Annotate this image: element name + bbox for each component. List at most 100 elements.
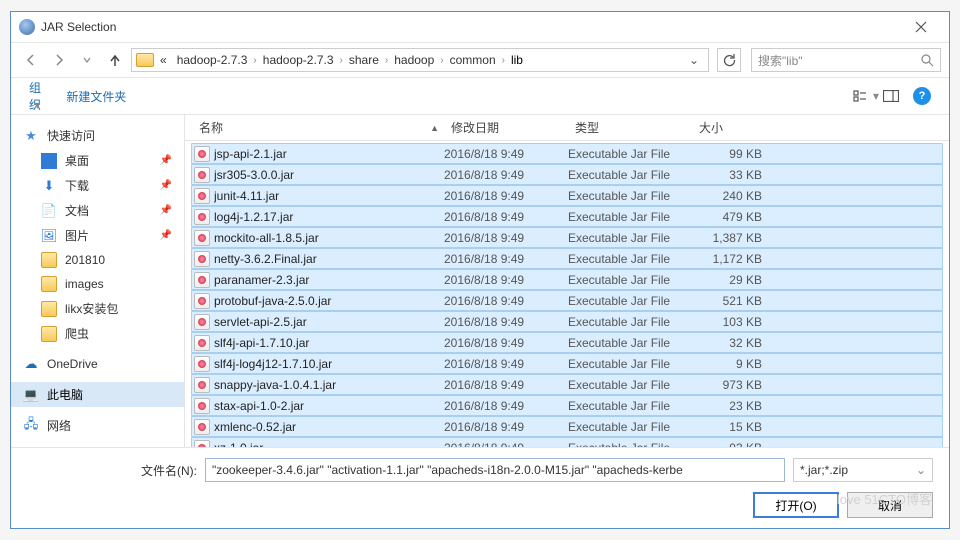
folder-icon bbox=[41, 301, 57, 317]
table-row[interactable]: junit-4.11.jar2016/8/18 9:49Executable J… bbox=[191, 185, 943, 206]
crumb-2[interactable]: share bbox=[345, 51, 383, 69]
file-date: 2016/8/18 9:49 bbox=[444, 210, 568, 224]
table-row[interactable]: servlet-api-2.5.jar2016/8/18 9:49Executa… bbox=[191, 311, 943, 332]
chevron-down-icon[interactable]: ▾ bbox=[873, 89, 879, 103]
table-row[interactable]: stax-api-1.0-2.jar2016/8/18 9:49Executab… bbox=[191, 395, 943, 416]
filetype-select[interactable]: *.jar;*.zip⌄ bbox=[793, 458, 933, 482]
file-type: Executable Jar File bbox=[568, 210, 692, 224]
view-options-icon[interactable] bbox=[853, 88, 869, 104]
open-button[interactable]: 打开(O) bbox=[753, 492, 839, 518]
file-name: netty-3.6.2.Final.jar bbox=[214, 252, 444, 266]
filename-input[interactable] bbox=[205, 458, 785, 482]
folder-icon bbox=[41, 326, 57, 342]
jar-icon bbox=[194, 419, 210, 435]
table-row[interactable]: mockito-all-1.8.5.jar2016/8/18 9:49Execu… bbox=[191, 227, 943, 248]
jar-icon bbox=[194, 398, 210, 414]
pin-icon: 📌 bbox=[160, 180, 172, 191]
sidebar-item-pictures[interactable]: 🖼图片📌 bbox=[11, 223, 184, 248]
crumb-0[interactable]: hadoop-2.7.3 bbox=[173, 51, 252, 69]
table-row[interactable]: protobuf-java-2.5.0.jar2016/8/18 9:49Exe… bbox=[191, 290, 943, 311]
sort-asc-icon: ▲ bbox=[430, 123, 439, 133]
up-button[interactable] bbox=[103, 48, 127, 72]
file-size: 479 KB bbox=[692, 210, 762, 224]
file-name: mockito-all-1.8.5.jar bbox=[214, 231, 444, 245]
table-row[interactable]: slf4j-log4j12-1.7.10.jar2016/8/18 9:49Ex… bbox=[191, 353, 943, 374]
jar-icon bbox=[194, 377, 210, 393]
file-name: paranamer-2.3.jar bbox=[214, 273, 444, 287]
preview-pane-icon[interactable] bbox=[883, 88, 899, 104]
sidebar-item-downloads[interactable]: ⬇下载📌 bbox=[11, 173, 184, 198]
file-type: Executable Jar File bbox=[568, 420, 692, 434]
help-icon[interactable]: ? bbox=[913, 87, 931, 105]
table-row[interactable]: slf4j-api-1.7.10.jar2016/8/18 9:49Execut… bbox=[191, 332, 943, 353]
file-date: 2016/8/18 9:49 bbox=[444, 336, 568, 350]
crumb-5[interactable]: lib bbox=[507, 51, 527, 69]
file-type: Executable Jar File bbox=[568, 231, 692, 245]
col-size[interactable]: 大小 bbox=[693, 119, 763, 136]
file-name: xmlenc-0.52.jar bbox=[214, 420, 444, 434]
sidebar-item-spider[interactable]: 爬虫 bbox=[11, 321, 184, 346]
sidebar-item-documents[interactable]: 📄文档📌 bbox=[11, 198, 184, 223]
file-date: 2016/8/18 9:49 bbox=[444, 378, 568, 392]
back-button[interactable] bbox=[19, 48, 43, 72]
filename-label: 文件名(N): bbox=[27, 462, 197, 479]
file-name: servlet-api-2.5.jar bbox=[214, 315, 444, 329]
chevron-right-icon: › bbox=[253, 55, 256, 66]
table-row[interactable]: snappy-java-1.0.4.1.jar2016/8/18 9:49Exe… bbox=[191, 374, 943, 395]
file-size: 9 KB bbox=[692, 357, 762, 371]
file-name: junit-4.11.jar bbox=[214, 189, 444, 203]
jar-icon bbox=[194, 272, 210, 288]
file-type: Executable Jar File bbox=[568, 399, 692, 413]
nav-bar: « hadoop-2.7.3› hadoop-2.7.3› share› had… bbox=[11, 42, 949, 78]
file-date: 2016/8/18 9:49 bbox=[444, 147, 568, 161]
file-date: 2016/8/18 9:49 bbox=[444, 294, 568, 308]
chevron-right-icon: › bbox=[385, 55, 388, 66]
chevron-down-icon[interactable]: ⌄ bbox=[684, 53, 704, 67]
forward-button[interactable] bbox=[47, 48, 71, 72]
chevron-right-icon: › bbox=[340, 55, 343, 66]
file-name: slf4j-api-1.7.10.jar bbox=[214, 336, 444, 350]
folder-icon bbox=[41, 276, 57, 292]
table-row[interactable]: log4j-1.2.17.jar2016/8/18 9:49Executable… bbox=[191, 206, 943, 227]
breadcrumb[interactable]: « hadoop-2.7.3› hadoop-2.7.3› share› had… bbox=[131, 48, 709, 72]
refresh-button[interactable] bbox=[717, 48, 741, 72]
file-list[interactable]: jsp-api-2.1.jar2016/8/18 9:49Executable … bbox=[185, 141, 949, 447]
sidebar-item-onedrive[interactable]: ☁OneDrive bbox=[11, 352, 184, 376]
crumb-3[interactable]: hadoop bbox=[390, 51, 438, 69]
table-row[interactable]: jsp-api-2.1.jar2016/8/18 9:49Executable … bbox=[191, 143, 943, 164]
sidebar-item-images[interactable]: images bbox=[11, 272, 184, 296]
crumb-1[interactable]: hadoop-2.7.3 bbox=[259, 51, 338, 69]
col-name[interactable]: 名称▲ bbox=[193, 119, 445, 136]
table-row[interactable]: xmlenc-0.52.jar2016/8/18 9:49Executable … bbox=[191, 416, 943, 437]
folder-icon bbox=[41, 252, 57, 268]
sidebar: ★快速访问 桌面📌 ⬇下载📌 📄文档📌 🖼图片📌 201810 images l… bbox=[11, 115, 185, 447]
footer: 文件名(N): *.jar;*.zip⌄ 打开(O) 取消 bbox=[11, 447, 949, 528]
close-button[interactable] bbox=[901, 15, 941, 39]
file-name: snappy-java-1.0.4.1.jar bbox=[214, 378, 444, 392]
crumb-4[interactable]: common bbox=[446, 51, 500, 69]
col-type[interactable]: 类型 bbox=[569, 119, 693, 136]
jar-icon bbox=[194, 251, 210, 267]
recent-button[interactable] bbox=[75, 48, 99, 72]
sidebar-item-likx[interactable]: likx安装包 bbox=[11, 296, 184, 321]
col-date[interactable]: 修改日期 bbox=[445, 119, 569, 136]
cancel-button[interactable]: 取消 bbox=[847, 492, 933, 518]
sidebar-item-201810[interactable]: 201810 bbox=[11, 248, 184, 272]
table-row[interactable]: xz-1.0.jar2016/8/18 9:49Executable Jar F… bbox=[191, 437, 943, 447]
file-pane: 名称▲ 修改日期 类型 大小 jsp-api-2.1.jar2016/8/18 … bbox=[185, 115, 949, 447]
path-prefix: « bbox=[156, 51, 171, 69]
sidebar-item-quick[interactable]: ★快速访问 bbox=[11, 123, 184, 148]
table-row[interactable]: paranamer-2.3.jar2016/8/18 9:49Executabl… bbox=[191, 269, 943, 290]
new-folder-button[interactable]: 新建文件夹 bbox=[66, 88, 126, 105]
file-name: jsp-api-2.1.jar bbox=[214, 147, 444, 161]
file-size: 240 KB bbox=[692, 189, 762, 203]
table-row[interactable]: netty-3.6.2.Final.jar2016/8/18 9:49Execu… bbox=[191, 248, 943, 269]
search-input[interactable]: 搜索"lib" bbox=[751, 48, 941, 72]
file-size: 99 KB bbox=[692, 147, 762, 161]
sidebar-item-network[interactable]: 🖧网络 bbox=[11, 413, 184, 438]
organize-button[interactable]: 组织 ▾ bbox=[29, 79, 42, 113]
sidebar-item-desktop[interactable]: 桌面📌 bbox=[11, 148, 184, 173]
table-row[interactable]: jsr305-3.0.0.jar2016/8/18 9:49Executable… bbox=[191, 164, 943, 185]
file-type: Executable Jar File bbox=[568, 168, 692, 182]
sidebar-item-thispc[interactable]: 💻此电脑 bbox=[11, 382, 184, 407]
